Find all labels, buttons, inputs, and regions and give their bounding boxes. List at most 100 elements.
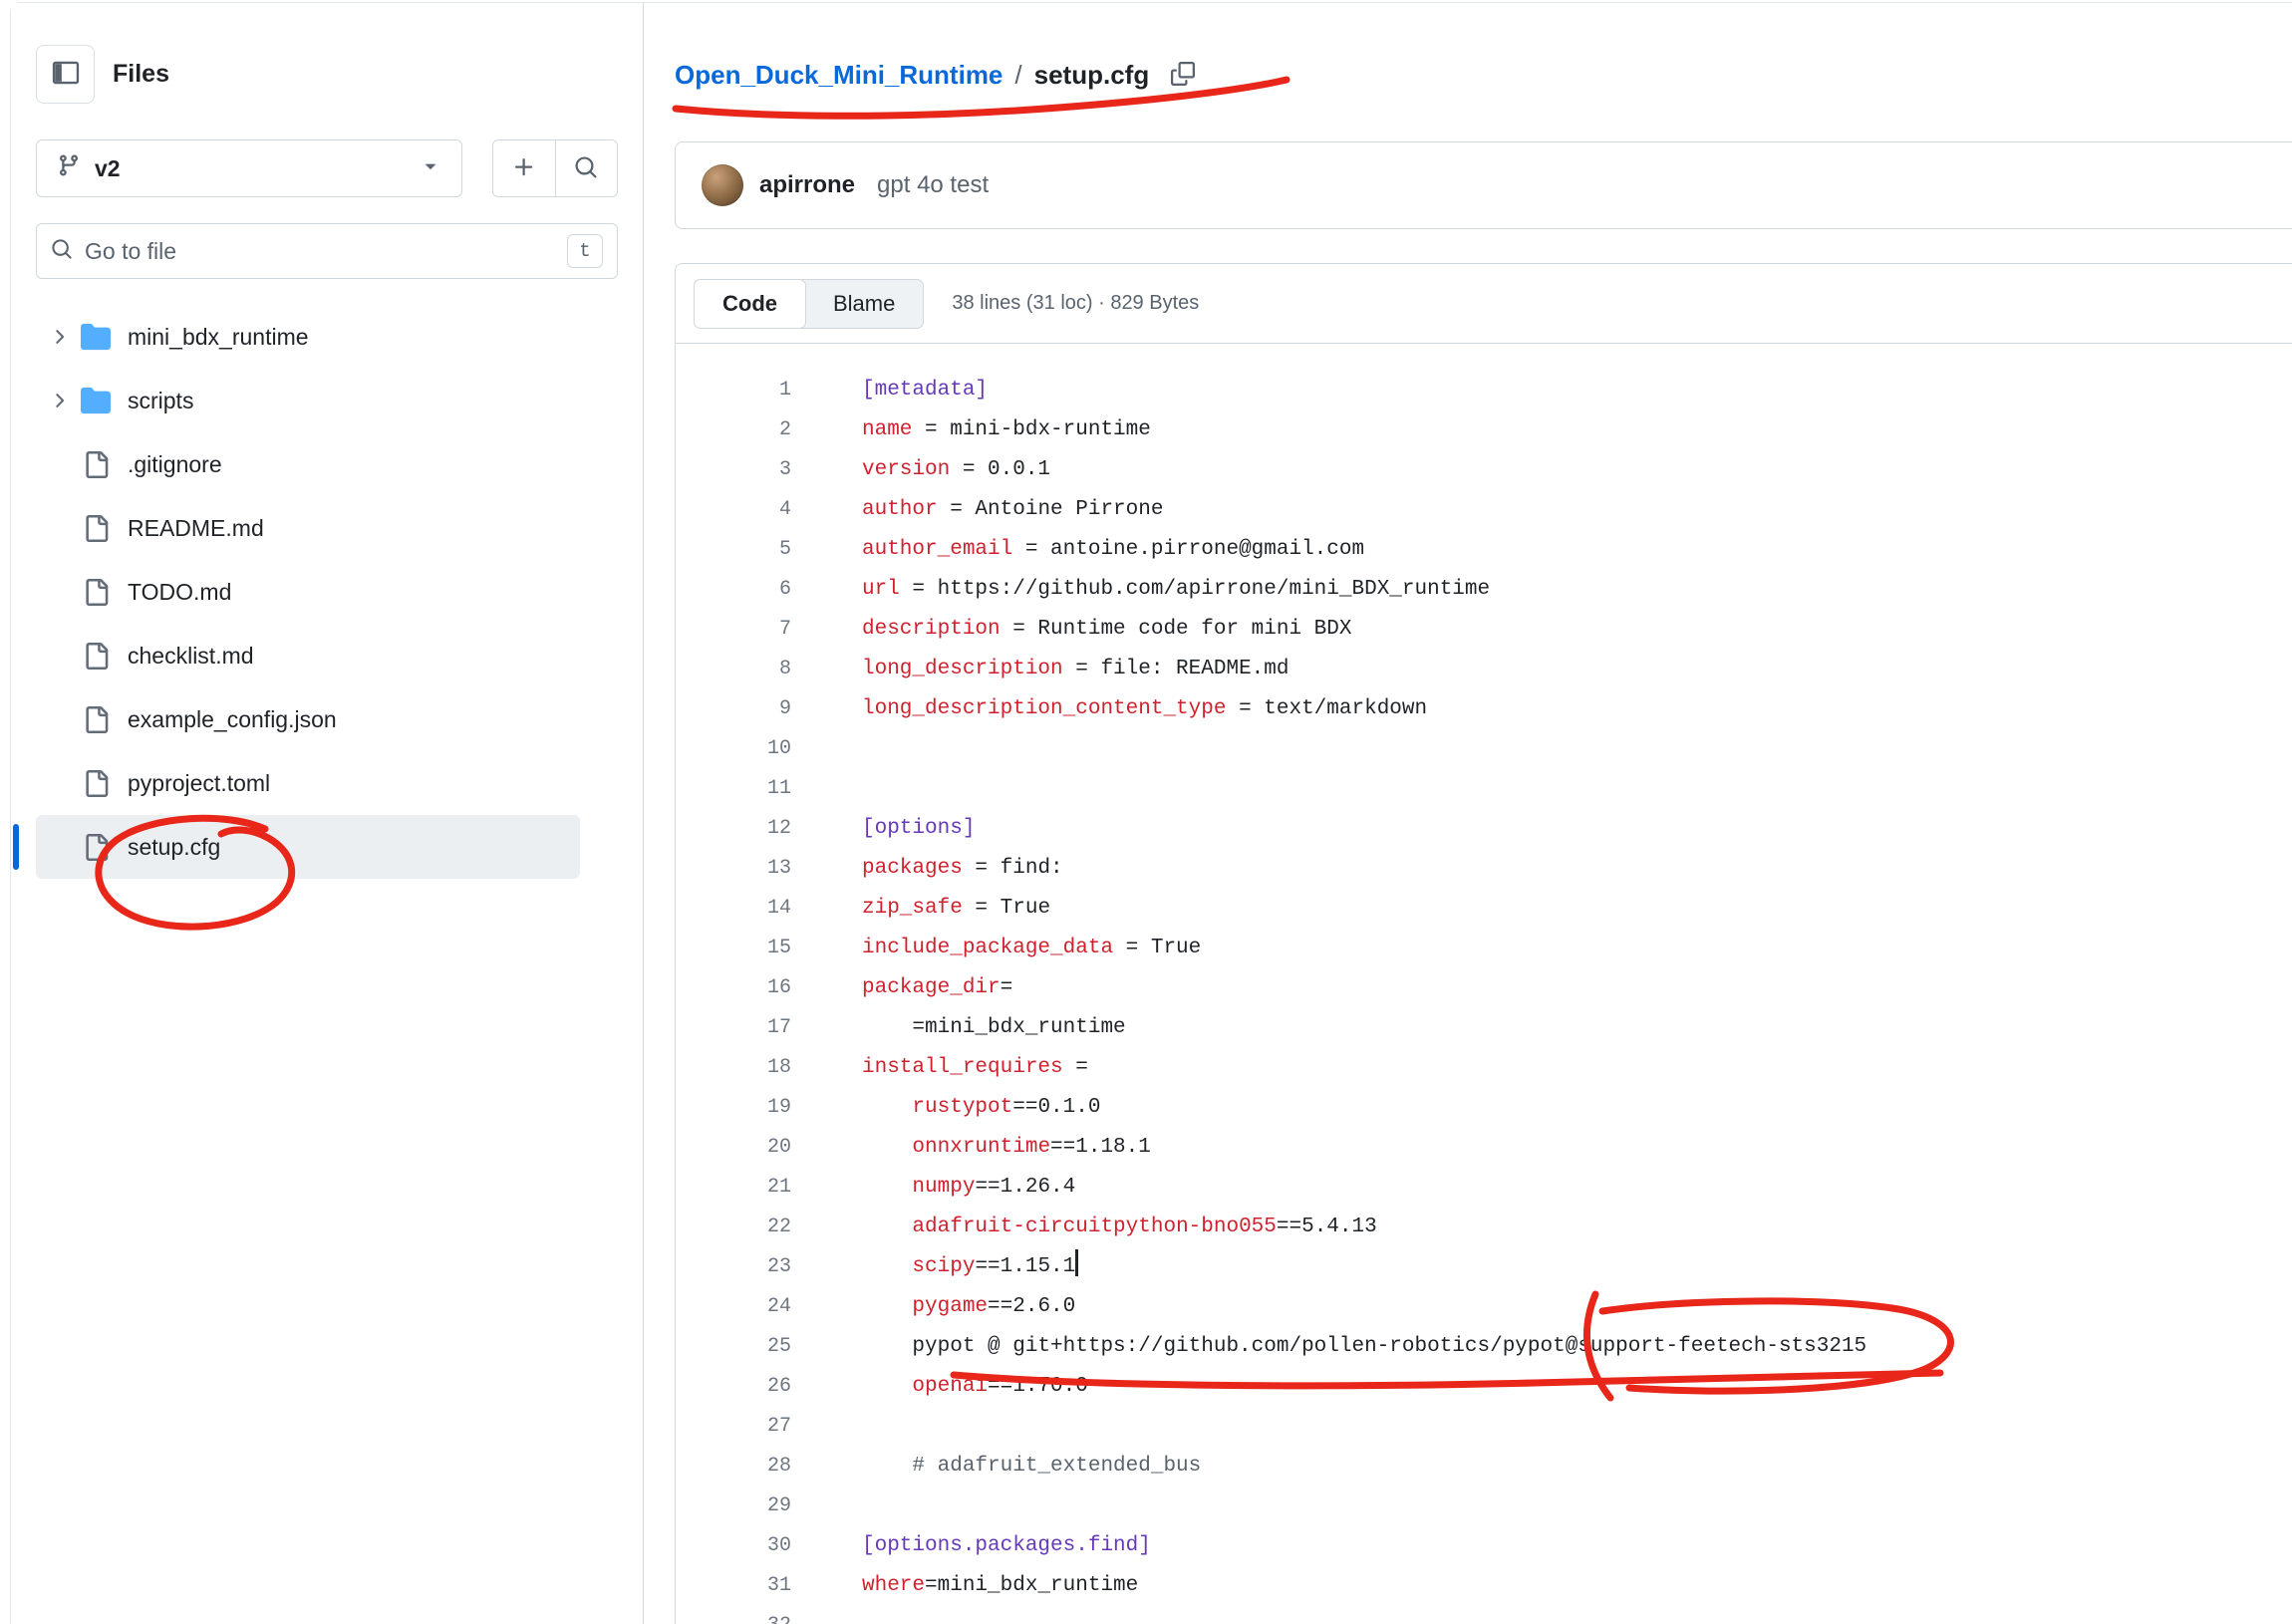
line-content xyxy=(791,1606,862,1624)
tree-item-example-config-json[interactable]: example_config.json xyxy=(36,687,580,751)
code-line: 23 scipy==1.15.1 xyxy=(676,1247,2292,1287)
line-number[interactable]: 31 xyxy=(676,1566,791,1606)
line-content: long_description = file: README.md xyxy=(791,650,1289,689)
line-content: include_package_data = True xyxy=(791,929,1201,968)
collapse-sidebar-button[interactable] xyxy=(36,45,95,104)
code-line: 5author_email = antoine.pirrone@gmail.co… xyxy=(676,530,2292,570)
line-number[interactable]: 26 xyxy=(676,1367,791,1407)
file-tree: mini_bdx_runtimescripts.gitignoreREADME.… xyxy=(36,305,618,879)
line-content: author = Antoine Pirrone xyxy=(791,490,1163,530)
search-this-repo-button[interactable] xyxy=(555,140,618,196)
line-number[interactable]: 3 xyxy=(676,450,791,490)
breadcrumb-repo-link[interactable]: Open_Duck_Mini_Runtime xyxy=(675,60,1003,91)
line-number[interactable]: 30 xyxy=(676,1526,791,1566)
line-number[interactable]: 5 xyxy=(676,530,791,570)
add-file-button[interactable] xyxy=(493,140,555,196)
tree-item-label: setup.cfg xyxy=(128,834,220,861)
tree-item-todo-md[interactable]: TODO.md xyxy=(36,560,580,624)
code-line: 3version = 0.0.1 xyxy=(676,450,2292,490)
line-number[interactable]: 13 xyxy=(676,849,791,889)
line-content: package_dir= xyxy=(791,968,1012,1008)
line-number[interactable]: 16 xyxy=(676,968,791,1008)
line-content: author_email = antoine.pirrone@gmail.com xyxy=(791,530,1364,570)
line-content: long_description_content_type = text/mar… xyxy=(791,689,1427,729)
sidebar-controls: v2 xyxy=(36,139,618,197)
chevron-right-icon[interactable] xyxy=(44,390,74,411)
line-number[interactable]: 18 xyxy=(676,1048,791,1088)
line-number[interactable]: 24 xyxy=(676,1287,791,1327)
line-content: [options.packages.find] xyxy=(791,1526,1151,1566)
line-number[interactable]: 29 xyxy=(676,1487,791,1526)
chevron-right-icon[interactable] xyxy=(44,326,74,348)
code-line: 29 xyxy=(676,1487,2292,1526)
tree-item-scripts[interactable]: scripts xyxy=(36,369,580,432)
line-number[interactable]: 9 xyxy=(676,689,791,729)
code-line: 13packages = find: xyxy=(676,849,2292,889)
folder-icon xyxy=(80,322,112,352)
repo-content-container: Files v2 xyxy=(10,2,2292,1624)
line-content: =mini_bdx_runtime xyxy=(791,1008,1126,1048)
line-content xyxy=(791,729,862,769)
line-number[interactable]: 27 xyxy=(676,1407,791,1447)
line-number[interactable]: 20 xyxy=(676,1128,791,1168)
go-to-file-input[interactable]: Go to file t xyxy=(36,223,618,279)
line-number[interactable]: 14 xyxy=(676,889,791,929)
file-meta: 38 lines (31 loc) · 829 Bytes xyxy=(952,292,1199,315)
line-number[interactable]: 28 xyxy=(676,1447,791,1487)
file-content-area: Open_Duck_Mini_Runtime / setup.cfg apirr… xyxy=(645,3,2292,1624)
commit-message[interactable]: gpt 4o test xyxy=(877,171,989,199)
tree-item-mini-bdx-runtime[interactable]: mini_bdx_runtime xyxy=(36,305,580,369)
latest-commit-bar[interactable]: apirrone gpt 4o test xyxy=(675,141,2292,229)
line-number[interactable]: 12 xyxy=(676,809,791,849)
line-number[interactable]: 7 xyxy=(676,610,791,650)
search-icon xyxy=(51,238,73,265)
line-number[interactable]: 32 xyxy=(676,1606,791,1624)
tree-item-pyproject-toml[interactable]: pyproject.toml xyxy=(36,751,580,815)
file-icon xyxy=(80,834,112,861)
line-content: pypot @ git+https://github.com/pollen-ro… xyxy=(791,1327,1866,1367)
code-line: 20 onnxruntime==1.18.1 xyxy=(676,1128,2292,1168)
line-content xyxy=(791,769,862,809)
line-number[interactable]: 23 xyxy=(676,1247,791,1287)
tree-item-label: mini_bdx_runtime xyxy=(128,324,309,351)
line-number[interactable]: 4 xyxy=(676,490,791,530)
line-content: openai==1.70.0 xyxy=(791,1367,1088,1407)
line-number[interactable]: 25 xyxy=(676,1327,791,1367)
line-number[interactable]: 22 xyxy=(676,1208,791,1247)
branch-name: v2 xyxy=(95,155,121,182)
line-number[interactable]: 2 xyxy=(676,410,791,450)
line-number[interactable]: 19 xyxy=(676,1088,791,1128)
line-number[interactable]: 11 xyxy=(676,769,791,809)
tab-code[interactable]: Code xyxy=(694,279,806,329)
line-content: version = 0.0.1 xyxy=(791,450,1050,490)
line-number[interactable]: 17 xyxy=(676,1008,791,1048)
line-number[interactable]: 1 xyxy=(676,371,791,410)
file-icon xyxy=(80,451,112,478)
code-line: 21 numpy==1.26.4 xyxy=(676,1168,2292,1208)
line-number[interactable]: 8 xyxy=(676,650,791,689)
code-line: 32 xyxy=(676,1606,2292,1624)
line-content: name = mini-bdx-runtime xyxy=(791,410,1151,450)
code-line: 7description = Runtime code for mini BDX xyxy=(676,610,2292,650)
line-number[interactable]: 21 xyxy=(676,1168,791,1208)
code-line: 11 xyxy=(676,769,2292,809)
branch-selector[interactable]: v2 xyxy=(36,139,462,197)
commit-author[interactable]: apirrone xyxy=(759,171,855,199)
line-content: # adafruit_extended_bus xyxy=(791,1447,1201,1487)
line-content: packages = find: xyxy=(791,849,1063,889)
line-number[interactable]: 15 xyxy=(676,929,791,968)
line-content xyxy=(791,1407,862,1447)
tree-item--gitignore[interactable]: .gitignore xyxy=(36,432,580,496)
tree-item-label: pyproject.toml xyxy=(128,770,270,797)
line-number[interactable]: 6 xyxy=(676,570,791,610)
code-line: 14zip_safe = True xyxy=(676,889,2292,929)
tree-item-readme-md[interactable]: README.md xyxy=(36,496,580,560)
tab-blame[interactable]: Blame xyxy=(805,280,923,328)
copy-path-button[interactable] xyxy=(1167,58,1199,93)
tree-item-checklist-md[interactable]: checklist.md xyxy=(36,624,580,687)
code-line: 17 =mini_bdx_runtime xyxy=(676,1008,2292,1048)
code-line: 4author = Antoine Pirrone xyxy=(676,490,2292,530)
line-number[interactable]: 10 xyxy=(676,729,791,769)
avatar[interactable] xyxy=(702,164,743,206)
tree-item-setup-cfg[interactable]: setup.cfg xyxy=(36,815,580,879)
